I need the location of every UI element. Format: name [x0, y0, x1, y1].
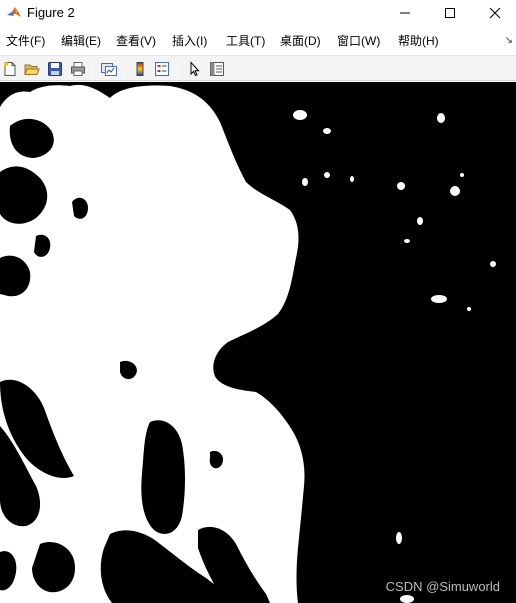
- binary-image: [0, 82, 516, 603]
- white-speck: [450, 186, 460, 196]
- new-figure-button[interactable]: [0, 59, 20, 79]
- white-speck: [490, 261, 496, 267]
- open-file-icon: [24, 64, 40, 75]
- white-speck: [460, 173, 464, 177]
- toolbar-separator: [92, 60, 93, 78]
- insert-colorbar-button[interactable]: [130, 59, 150, 79]
- figure-toolbar: [0, 55, 516, 81]
- minimize-icon: [400, 12, 410, 14]
- pointer-button[interactable]: [184, 59, 204, 79]
- maximize-icon: [445, 8, 455, 18]
- menu-bar: 文件(F) 编辑(E) 查看(V) 插入(I) 工具(T) 桌面(D) 窗口(W…: [0, 30, 516, 52]
- link-plot-icon: [101, 63, 117, 76]
- menu-file[interactable]: 文件(F): [6, 33, 45, 49]
- menu-window[interactable]: 窗口(W): [337, 33, 380, 49]
- open-file-button[interactable]: [22, 59, 42, 79]
- white-speck: [324, 172, 330, 178]
- watermark-text: CSDN @Simuworld: [385, 579, 500, 594]
- insert-legend-icon: [155, 62, 169, 76]
- white-speck: [323, 128, 331, 134]
- insert-colorbar-icon: [136, 62, 144, 76]
- window-title: Figure 2: [27, 5, 75, 20]
- insert-legend-button[interactable]: [152, 59, 172, 79]
- maximize-button[interactable]: [427, 0, 473, 26]
- black-region: [72, 197, 88, 219]
- save-button[interactable]: [45, 59, 65, 79]
- white-speck: [397, 182, 405, 190]
- menu-view[interactable]: 查看(V): [116, 33, 156, 49]
- white-speck: [431, 295, 447, 303]
- white-speck: [467, 307, 471, 311]
- menu-desktop[interactable]: 桌面(D): [280, 33, 321, 49]
- property-inspector-icon: [210, 62, 224, 76]
- pointer-icon: [190, 61, 200, 77]
- menu-insert[interactable]: 插入(I): [172, 33, 207, 49]
- white-speck: [417, 217, 423, 225]
- binary-image-display[interactable]: CSDN @Simuworld: [0, 82, 516, 603]
- white-speck: [396, 532, 402, 544]
- close-icon: [489, 7, 501, 19]
- menu-collapse-arrow-icon[interactable]: ↘: [505, 35, 513, 46]
- white-speck: [350, 176, 354, 182]
- save-icon: [48, 62, 62, 76]
- print-icon: [71, 62, 85, 76]
- menu-tools[interactable]: 工具(T): [226, 33, 265, 49]
- menu-help[interactable]: 帮助(H): [398, 33, 439, 49]
- black-region: [141, 420, 185, 534]
- white-speck: [400, 595, 414, 603]
- print-button[interactable]: [68, 59, 88, 79]
- minimize-button[interactable]: [382, 0, 428, 26]
- white-speck: [302, 178, 308, 186]
- new-figure-icon: [4, 62, 16, 76]
- title-bar: Figure 2: [0, 0, 516, 26]
- property-inspector-button[interactable]: [207, 59, 227, 79]
- close-button[interactable]: [472, 0, 516, 26]
- link-plot-button[interactable]: [99, 59, 119, 79]
- menu-edit[interactable]: 编辑(E): [61, 33, 101, 49]
- toolbar-separator: [177, 60, 178, 78]
- matlab-logo-icon: [6, 5, 22, 21]
- white-speck: [404, 239, 410, 243]
- white-speck: [293, 110, 307, 120]
- white-speck: [437, 113, 445, 123]
- toolbar-separator: [123, 60, 124, 78]
